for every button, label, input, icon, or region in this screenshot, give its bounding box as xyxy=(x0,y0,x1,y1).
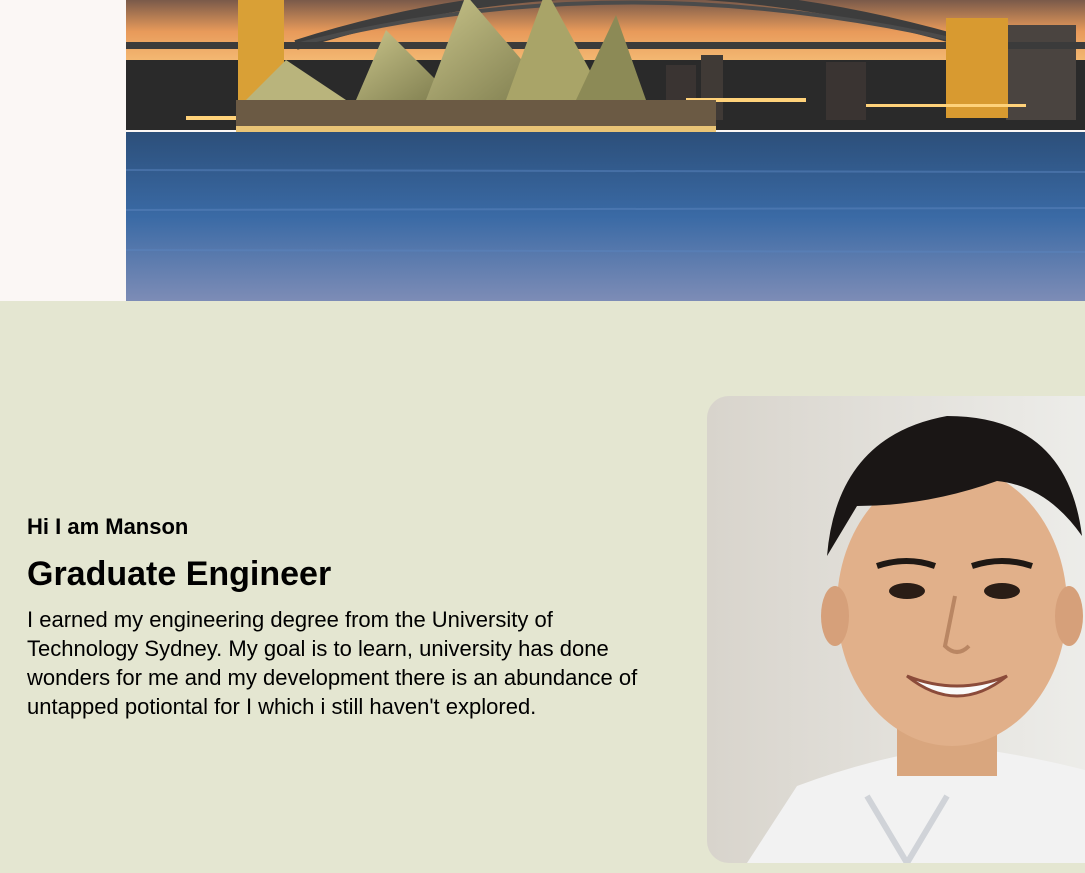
hero-image xyxy=(126,0,1085,301)
bio-paragraph: I earned my engineering degree from the … xyxy=(27,607,638,719)
profile-photo xyxy=(707,396,1085,863)
role-heading: Graduate Engineer xyxy=(27,555,332,593)
intro-section: Hi I am Manson Graduate Engineer I earne… xyxy=(27,512,677,721)
greeting-heading: Hi I am Manson xyxy=(27,514,189,539)
